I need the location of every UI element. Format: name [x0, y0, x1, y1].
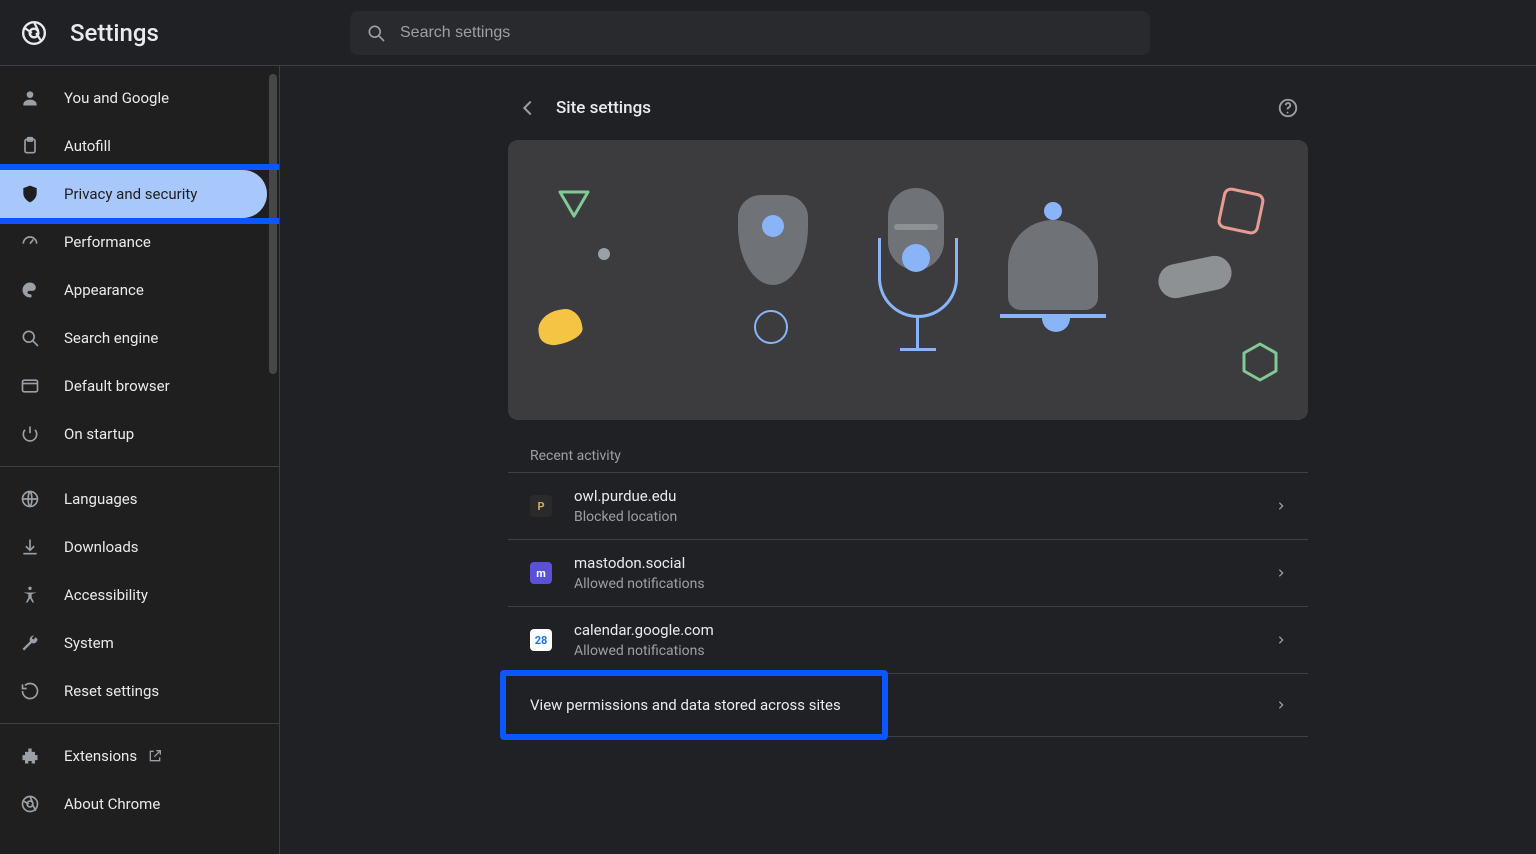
sidebar-item-appearance[interactable]: Appearance	[0, 266, 279, 314]
site-settings-hero	[508, 140, 1308, 420]
sidebar-item-label: Default browser	[64, 377, 170, 395]
chevron-right-icon	[1276, 633, 1286, 647]
sidebar-item-extensions[interactable]: Extensions	[0, 732, 279, 780]
search-settings-box[interactable]	[350, 11, 1150, 55]
square-icon	[1216, 186, 1266, 236]
globe-icon	[18, 489, 42, 509]
site-status: Allowed notifications	[574, 576, 1276, 592]
sidebar-item-system[interactable]: System	[0, 619, 279, 667]
extension-icon	[18, 746, 42, 766]
sidebar-item-downloads[interactable]: Downloads	[0, 523, 279, 571]
pill-icon	[1155, 253, 1234, 302]
site-status: Allowed notifications	[574, 643, 1276, 659]
sidebar-item-label: Downloads	[64, 538, 139, 556]
search-icon	[18, 328, 42, 348]
chevron-right-icon	[1276, 698, 1286, 712]
site-name: mastodon.social	[574, 554, 1276, 572]
ring-icon	[754, 310, 788, 344]
power-icon	[18, 424, 42, 444]
sidebar-item-label: You and Google	[64, 89, 169, 107]
download-icon	[18, 537, 42, 557]
dot-icon	[598, 248, 610, 260]
accessibility-icon	[18, 585, 42, 605]
recent-site-row[interactable]: 28 calendar.google.com Allowed notificat…	[508, 607, 1308, 674]
bell-icon	[1044, 202, 1062, 220]
main-content: Site settings	[280, 66, 1536, 854]
sidebar-item-search-engine[interactable]: Search engine	[0, 314, 279, 362]
search-icon	[366, 23, 386, 43]
recent-site-row[interactable]: P owl.purdue.edu Blocked location	[508, 473, 1308, 540]
sidebar-item-reset-settings[interactable]: Reset settings	[0, 667, 279, 715]
view-all-permissions-row[interactable]: View permissions and data stored across …	[508, 674, 1308, 737]
shield-icon	[18, 184, 42, 204]
palette-icon	[18, 280, 42, 300]
sidebar-item-label: Autofill	[64, 137, 111, 155]
triangle-icon	[556, 188, 592, 220]
site-name: calendar.google.com	[574, 621, 1276, 639]
external-link-icon	[147, 748, 163, 764]
site-favicon: P	[530, 495, 552, 517]
chrome-logo-icon	[20, 19, 48, 47]
sidebar-item-accessibility[interactable]: Accessibility	[0, 571, 279, 619]
clipboard-icon	[18, 136, 42, 156]
sidebar-item-on-startup[interactable]: On startup	[0, 410, 279, 458]
site-favicon: m	[530, 562, 552, 584]
chrome-icon	[18, 794, 42, 814]
sidebar-item-label: Accessibility	[64, 586, 148, 604]
person-icon	[18, 88, 42, 108]
wrench-icon	[18, 633, 42, 653]
back-button[interactable]	[508, 88, 548, 128]
sidebar-item-privacy-security[interactable]: Privacy and security	[0, 170, 267, 218]
sidebar-item-default-browser[interactable]: Default browser	[0, 362, 279, 410]
sidebar-item-label: On startup	[64, 425, 134, 443]
sidebar-item-label: Search engine	[64, 329, 158, 347]
location-pin-icon	[738, 195, 808, 285]
sidebar-item-label: Performance	[64, 233, 151, 251]
sidebar-item-label: Reset settings	[64, 682, 159, 700]
sidebar-item-about-chrome[interactable]: About Chrome	[0, 780, 279, 828]
sidebar-item-performance[interactable]: Performance	[0, 218, 279, 266]
site-favicon: 28	[530, 629, 552, 651]
speedometer-icon	[18, 232, 42, 252]
browser-icon	[18, 376, 42, 396]
sidebar-item-autofill[interactable]: Autofill	[0, 122, 279, 170]
chevron-right-icon	[1276, 566, 1286, 580]
sidebar-item-label: Extensions	[64, 747, 137, 765]
view-all-label: View permissions and data stored across …	[530, 696, 1276, 714]
top-bar: Settings	[0, 0, 1536, 66]
recent-activity-heading: Recent activity	[530, 448, 1308, 464]
blob-icon	[535, 306, 584, 347]
recent-site-row[interactable]: m mastodon.social Allowed notifications	[508, 540, 1308, 607]
search-input[interactable]	[398, 23, 1140, 43]
sidebar-item-label: Privacy and security	[64, 185, 197, 203]
hexagon-icon	[1238, 340, 1282, 384]
sidebar-item-label: Appearance	[64, 281, 144, 299]
chevron-right-icon	[1276, 499, 1286, 513]
restore-icon	[18, 681, 42, 701]
sidebar-item-label: Languages	[64, 490, 138, 508]
site-status: Blocked location	[574, 509, 1276, 525]
sidebar-item-languages[interactable]: Languages	[0, 475, 279, 523]
section-title: Site settings	[556, 98, 1268, 118]
page-header: Site settings	[508, 76, 1308, 140]
sidebar-item-label: System	[64, 634, 114, 652]
settings-sidebar: You and Google Autofill Privacy and secu…	[0, 66, 280, 854]
sidebar-item-you-and-google[interactable]: You and Google	[0, 74, 279, 122]
page-title: Settings	[70, 19, 350, 47]
help-button[interactable]	[1268, 88, 1308, 128]
site-name: owl.purdue.edu	[574, 487, 1276, 505]
sidebar-item-label: About Chrome	[64, 795, 160, 813]
